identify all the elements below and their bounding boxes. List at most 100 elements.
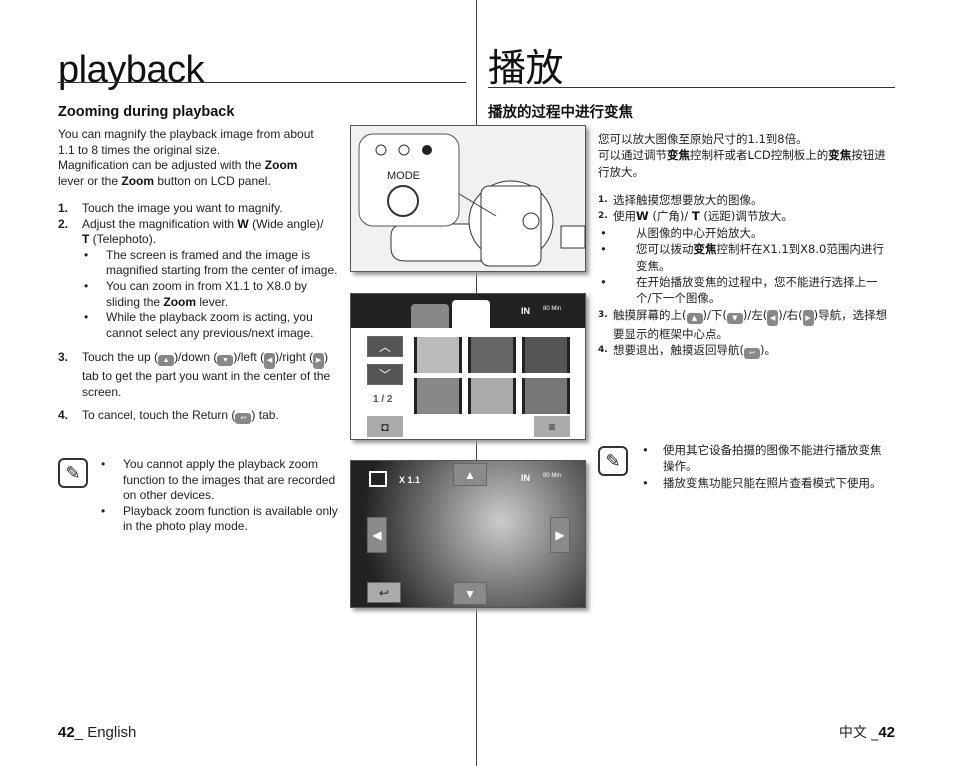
intro-text-zh: 您可以放大图像至原始尺寸的1.1到8倍。 可以通过调节变焦控制杆或者LCD控制板… (598, 131, 888, 180)
down-button[interactable]: ▼ (453, 582, 487, 605)
step-1: 1. 选择触摸您想要放大的图像。 (598, 192, 888, 208)
text: )/下( (702, 307, 727, 322)
photo-mode-icon (369, 471, 387, 487)
text: )/down ( (174, 350, 218, 365)
page-number: 42 (58, 724, 75, 741)
footer-right: 中文 _42 (839, 724, 895, 741)
bold-zoom: 变焦 (828, 148, 852, 163)
text: 想要退出，触摸返回导航( (613, 343, 744, 358)
bold-zoom: 变焦 (667, 148, 690, 163)
storage-indicator: IN (521, 306, 530, 316)
intro-line: Magnification can be adjusted with the Z… (58, 158, 338, 174)
text: lever. (196, 294, 229, 309)
note-icon: ✎ (598, 446, 628, 476)
text: Magnification can be adjusted with the (58, 158, 265, 173)
step-4: 4. 想要退出，触摸返回导航(↩)。 (598, 342, 888, 360)
zoom-level: X 1.1 (399, 475, 421, 485)
step-4: 4. To cancel, touch the Return (↩) tab. (58, 408, 340, 424)
bullet: 从图像的中心开始放大。 (598, 225, 888, 242)
text: 触摸屏幕的上( (613, 307, 687, 322)
title-rule (488, 87, 895, 88)
thumbnail[interactable] (468, 378, 516, 414)
intro-line: 1.1 to 8 times the original size. (58, 142, 221, 157)
footer-left: 42_ English (58, 724, 136, 741)
notes: You cannot apply the playback zoom funct… (98, 457, 348, 535)
page-title-zh: 播放 (488, 46, 564, 90)
section-heading: Zooming during playback (58, 104, 235, 120)
intro-line: 您可以放大图像至原始尺寸的1.1到8倍。 (598, 132, 808, 146)
up-button[interactable]: ▲ (453, 463, 487, 486)
camera-button[interactable]: ◘ (367, 416, 403, 437)
bold-zoom: Zoom (163, 294, 197, 309)
bold-w: W (237, 216, 249, 231)
notes-zh: 使用其它设备拍摄的图像不能进行播放变焦操作。 播放变焦功能只能在照片查看模式下使… (640, 442, 888, 492)
text: )/左( (742, 307, 768, 322)
text: ) tab. (251, 407, 279, 422)
steps-list-zh: 1. 选择触摸您想要放大的图像。 2. 使用W (广角)/ T (远距)调节放大。 … (598, 192, 888, 360)
bullet: The screen is framed and the image is ma… (58, 248, 340, 279)
right-icon: ▶ (313, 353, 325, 370)
note-item: 播放变焦功能只能在照片查看模式下使用。 (640, 475, 888, 492)
step-2: 2. 使用W (广角)/ T (远距)调节放大。 (598, 208, 888, 224)
menu-button[interactable]: ≡ (534, 416, 570, 437)
bullet: While the playback zoom is acting, you c… (58, 310, 340, 341)
step-3: 3. 触摸屏幕的上(▲)/下(▼)/左(◀)/右(▶)导航，选择想要显示的框架中心… (598, 307, 888, 342)
text: 可以通过调节 (598, 148, 667, 163)
page-up-button[interactable]: ︿ (367, 336, 403, 357)
video-tab[interactable] (411, 304, 449, 328)
text: To cancel, touch the Return ( (82, 407, 236, 422)
bold-zoom: 变焦 (693, 242, 717, 257)
text: )/右( (778, 307, 803, 322)
left-icon: ◀ (264, 353, 276, 370)
note-item: You cannot apply the playback zoom funct… (98, 457, 348, 504)
section-heading-zh: 播放的过程中进行变焦 (488, 105, 633, 121)
bullet: You can zoom in from X1.1 to X8.0 by sli… (58, 279, 340, 310)
return-icon: ↩ (235, 412, 252, 424)
steps-list: 1. Touch the image you want to magnify. 2… (58, 201, 340, 424)
text: 您可以拨动 (636, 242, 694, 257)
page-number: 42 (878, 724, 895, 741)
intro-line: lever or the Zoom button on LCD panel. (58, 174, 338, 190)
step-text: 选择触摸您想要放大的图像。 (613, 193, 763, 207)
thumbnail[interactable] (414, 337, 462, 373)
note-item: 使用其它设备拍摄的图像不能进行播放变焦操作。 (640, 442, 888, 475)
thumbnail[interactable] (414, 378, 462, 414)
left-button[interactable]: ◀ (367, 517, 387, 553)
page-title: playback (58, 49, 204, 91)
footer-lang: _ English (74, 724, 137, 741)
title-rule (58, 82, 466, 83)
left-icon: ◀ (767, 309, 779, 326)
text: Touch the up ( (82, 350, 159, 365)
note-icon: ✎ (58, 458, 88, 488)
battery-indicator: 80 Min (543, 306, 562, 312)
down-icon: ▼ (726, 312, 743, 324)
thumbnail[interactable] (522, 337, 570, 373)
right-icon: ▶ (802, 309, 814, 326)
text: lever or the (58, 173, 122, 188)
step-number: 2. (58, 216, 69, 231)
bullet: 在开始播放变焦的过程中，您不能进行选择上一个/下一个图像。 (598, 274, 888, 307)
text: button on LCD panel. (154, 173, 271, 188)
step-number: 2. (598, 211, 608, 222)
page-down-button[interactable]: ﹀ (367, 364, 403, 385)
bold-zoom: Zoom (264, 158, 298, 173)
thumbnail[interactable] (468, 337, 516, 373)
text: )/left ( (233, 350, 265, 365)
mode-label: MODE (387, 170, 420, 182)
camera-mode-figure: MODE (350, 125, 586, 272)
step-number: 1. (58, 201, 69, 215)
storage-indicator: IN (521, 473, 530, 483)
text: 使用 (613, 209, 636, 224)
photo-tab[interactable] (452, 300, 490, 328)
text: (远距)调节放大。 (699, 209, 793, 224)
step-number: 3. (598, 309, 608, 320)
page-indicator: 1 / 2 (373, 394, 393, 405)
down-icon: ▼ (217, 355, 234, 367)
step-1: 1. Touch the image you want to magnify. (58, 201, 340, 217)
battery-indicator: 80 Min (543, 473, 562, 479)
thumbnail[interactable] (522, 378, 570, 414)
right-button[interactable]: ▶ (550, 517, 570, 553)
return-button[interactable]: ↩ (367, 582, 401, 603)
intro-line: 可以通过调节变焦控制杆或者LCD控制板上的变焦按钮进行放大。 (598, 147, 888, 180)
zoom-screen: X 1.1 IN 80 Min ▲ ▼ ◀ ▶ ↩ (350, 460, 586, 608)
